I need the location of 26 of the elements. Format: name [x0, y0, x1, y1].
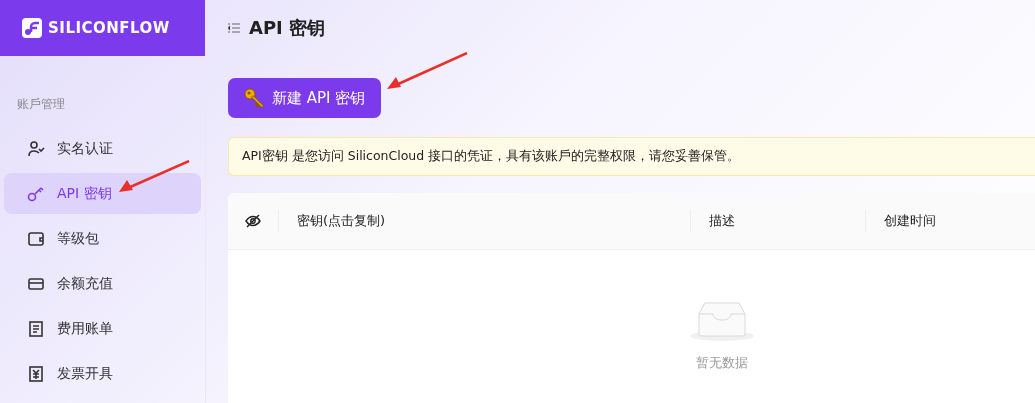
sidebar-item[interactable]: 发票开具 [4, 353, 201, 394]
new-key-button[interactable]: 新建 API 密钥 [228, 78, 382, 118]
document-icon [27, 319, 45, 338]
sidebar-item[interactable]: API 密钥 [4, 173, 201, 214]
user-check-icon [27, 139, 45, 158]
hidden-eye-icon[interactable] [245, 214, 261, 228]
column-header: 描述 [709, 212, 735, 230]
menu-icon[interactable] [228, 23, 240, 33]
sidebar-item[interactable]: 等级包 [4, 218, 201, 259]
logo-icon [22, 18, 42, 38]
column-header: 创建时间 [884, 212, 936, 230]
section-label: 账戶管理 [16, 96, 66, 113]
empty-inbox-icon [689, 300, 754, 342]
invoice-icon [27, 364, 45, 383]
notice-text: API密钥 是您访问 SiliconCloud 接口的凭证，具有该账戶的完整权限，请您妥善保管。 [242, 148, 741, 165]
sidebar-item[interactable]: 费用账单 [4, 308, 201, 349]
column-header: 密钥(点击复制) [297, 212, 386, 230]
sidebar-item[interactable]: 实名认证 [4, 128, 201, 169]
key-icon [244, 88, 264, 108]
sidebar-item[interactable]: 余额充值 [4, 263, 201, 304]
key-icon [27, 184, 45, 203]
annotation-arrow [118, 160, 190, 194]
empty-text: 暂无数据 [695, 354, 748, 372]
page-title: API 密钥 [249, 16, 326, 40]
brand-name: SILICONFLOW [48, 19, 170, 37]
wallet-icon [27, 229, 45, 248]
